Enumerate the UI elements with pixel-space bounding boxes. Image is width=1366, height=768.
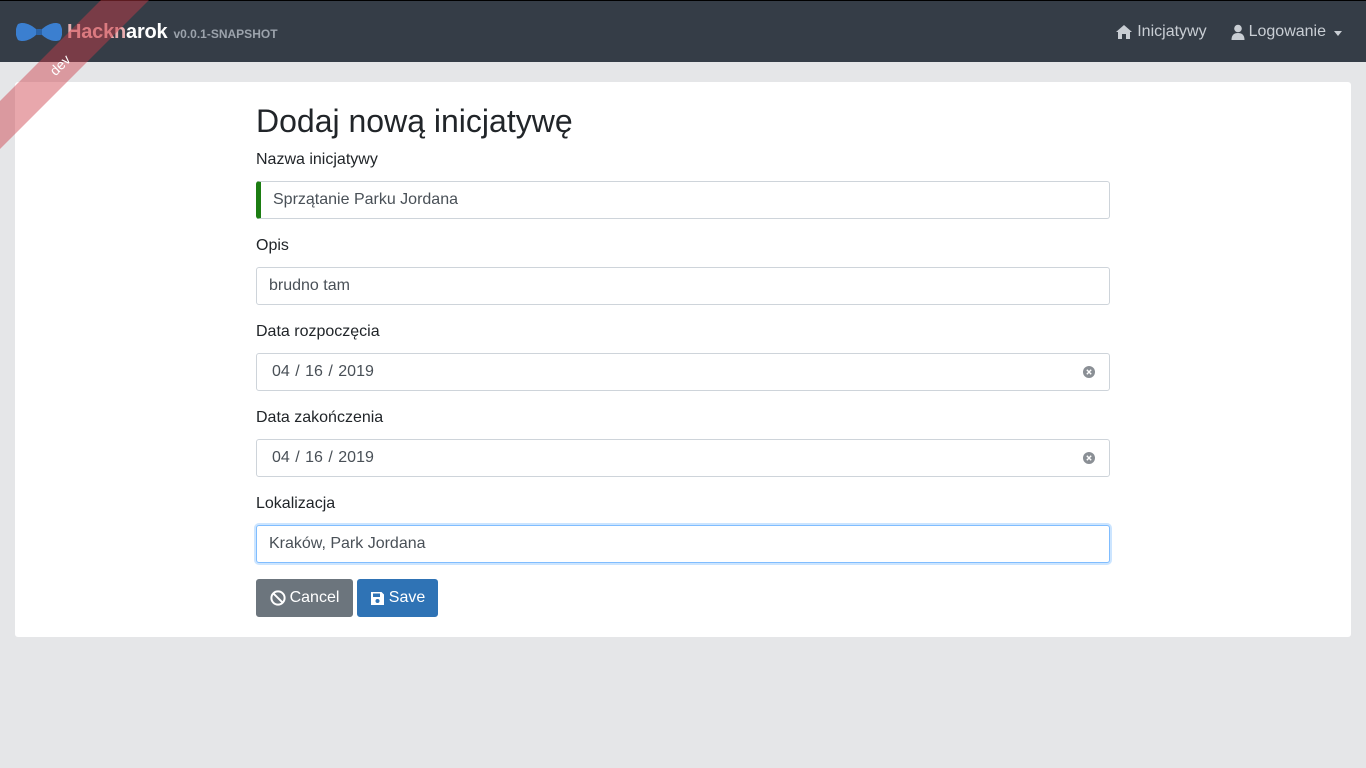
- brand-name-part1: Hackn: [67, 20, 127, 43]
- description-label: Opis: [256, 237, 289, 254]
- start-date-value: 04 / 16 / 2019: [272, 363, 374, 380]
- end-date-label: Data zakończenia: [256, 409, 384, 426]
- version-label: v0.0.1-SNAPSHOT: [173, 26, 278, 41]
- brand[interactable]: Hacknarok v0.0.1-SNAPSHOT: [16, 1, 278, 63]
- bowtie-logo-icon: [16, 22, 62, 42]
- ban-icon: [269, 590, 286, 606]
- brand-name: Hacknarok: [67, 20, 168, 44]
- start-date-label: Data rozpoczęcia: [256, 323, 380, 340]
- save-button-label: Save: [388, 589, 426, 606]
- nav-links: Inicjatywy Logowanie: [1115, 1, 1342, 63]
- top-navbar: Hacknarok v0.0.1-SNAPSHOT Inicjatywy Log…: [0, 0, 1366, 62]
- description-input-value: brudno tam: [269, 277, 350, 294]
- caret-down-icon: [1334, 30, 1342, 36]
- login-dropdown-label: Logowanie: [1248, 23, 1326, 40]
- location-label: Lokalizacja: [256, 495, 336, 512]
- cancel-button[interactable]: Cancel: [256, 579, 353, 617]
- brand-name-part2: arok: [126, 20, 168, 43]
- clear-date-icon[interactable]: [1083, 452, 1095, 464]
- user-icon: [1231, 24, 1245, 40]
- cancel-button-label: Cancel: [289, 589, 340, 606]
- name-label: Nazwa inicjatywy: [256, 151, 378, 168]
- floppy-disk-icon: [370, 591, 384, 605]
- nav-link-initiatives-label: Inicjatywy: [1137, 23, 1207, 40]
- location-input[interactable]: Kraków, Park Jordana: [256, 525, 1110, 563]
- clear-date-icon[interactable]: [1083, 366, 1095, 378]
- end-date-value: 04 / 16 / 2019: [272, 449, 374, 466]
- end-date-input[interactable]: 04 / 16 / 2019: [256, 439, 1110, 477]
- name-input-value: Sprzątanie Parku Jordana: [273, 191, 458, 208]
- save-button[interactable]: Save: [357, 579, 438, 617]
- location-input-value: Kraków, Park Jordana: [269, 535, 426, 552]
- login-dropdown[interactable]: Logowanie: [1231, 23, 1342, 41]
- nav-link-initiatives[interactable]: Inicjatywy: [1115, 23, 1207, 41]
- name-input[interactable]: Sprzątanie Parku Jordana: [256, 181, 1110, 219]
- page-title: Dodaj nową inicjatywę: [256, 103, 573, 139]
- home-icon: [1116, 25, 1133, 39]
- start-date-input[interactable]: 04 / 16 / 2019: [256, 353, 1110, 391]
- form-card: Dodaj nową inicjatywę Nazwa inicjatywy S…: [15, 82, 1351, 637]
- description-input[interactable]: brudno tam: [256, 267, 1110, 305]
